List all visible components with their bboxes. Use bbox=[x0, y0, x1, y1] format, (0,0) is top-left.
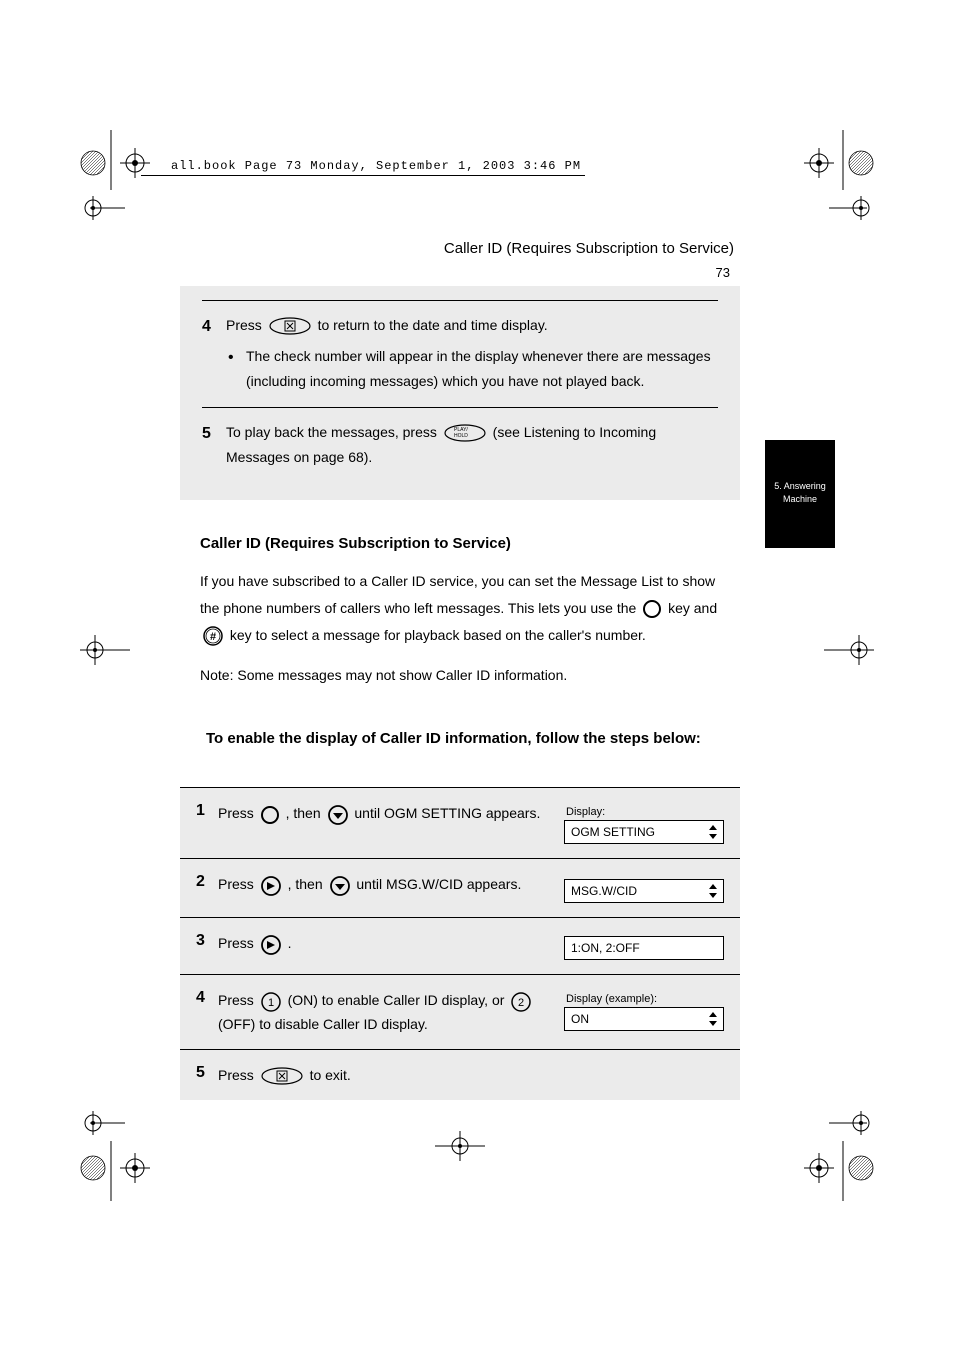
scroll-arrows-icon bbox=[707, 883, 719, 899]
crop-mark-mid-right bbox=[824, 635, 874, 665]
section-tab: 5. Answering Machine bbox=[765, 440, 835, 548]
step-number: 5 bbox=[196, 1064, 218, 1082]
scroll-arrows-icon bbox=[707, 1011, 719, 1027]
row4-mid: (ON) to enable Caller ID display, or bbox=[288, 992, 509, 1008]
svg-text:#: # bbox=[210, 631, 216, 643]
page-title: Caller ID (Requires Subscription to Serv… bbox=[180, 240, 740, 257]
enable-heading: To enable the display of Caller ID infor… bbox=[200, 725, 730, 754]
step4-text-after: to return to the date and time display. bbox=[318, 317, 548, 333]
function-button-icon bbox=[260, 805, 280, 825]
row2-pre: Press bbox=[218, 876, 258, 892]
row1-post: until OGM SETTING appears. bbox=[354, 805, 540, 821]
step-number: 5 bbox=[202, 420, 226, 470]
row3-pre: Press bbox=[218, 935, 258, 951]
section-para-after: key to select a message for playback bas… bbox=[230, 627, 646, 643]
stop-button-icon: STOP bbox=[268, 316, 312, 336]
row1-mid: , then bbox=[286, 805, 325, 821]
section-para-before: If you have subscribed to a Caller ID se… bbox=[200, 573, 715, 616]
crop-mark-mid-left bbox=[80, 635, 130, 665]
section-note: Note: Some messages may not show Caller … bbox=[200, 662, 730, 689]
step-number: 4 bbox=[196, 989, 218, 1007]
step4-text-before: Press bbox=[226, 317, 266, 333]
section-para-mid: key and bbox=[668, 600, 717, 616]
display-text: ON bbox=[571, 1012, 589, 1026]
section-paragraph: If you have subscribed to a Caller ID se… bbox=[200, 568, 730, 648]
row4-post: (OFF) to disable Caller ID display. bbox=[218, 1016, 428, 1032]
down-arrow-button-icon bbox=[329, 875, 351, 897]
crop-mark-bottom-center bbox=[435, 1131, 485, 1161]
crop-mark-bottom-right bbox=[789, 1111, 879, 1201]
key-1-icon: 1 bbox=[260, 991, 282, 1013]
step5-text-before: To play back the messages, press bbox=[226, 424, 441, 440]
display-box: OGM SETTING bbox=[564, 820, 724, 844]
display-text: 1:ON, 2:OFF bbox=[571, 941, 640, 955]
step4-substep: The check number will appear in the disp… bbox=[226, 344, 718, 394]
display-label: Display: bbox=[564, 806, 724, 818]
svg-text:HOLD: HOLD bbox=[454, 433, 468, 439]
row3-post: . bbox=[288, 935, 292, 951]
display-text: MSG.W/CID bbox=[571, 884, 637, 898]
row2-mid: , then bbox=[288, 876, 327, 892]
enter-right-button-icon bbox=[260, 934, 282, 956]
crop-mark-bottom-left bbox=[75, 1111, 165, 1201]
rec-memo-button-icon bbox=[642, 599, 662, 619]
step-number: 2 bbox=[196, 873, 218, 891]
key-2-icon: 2 bbox=[510, 991, 532, 1013]
svg-text:1: 1 bbox=[268, 997, 274, 1009]
display-label: Display (example): bbox=[564, 993, 724, 1005]
row2-post: until MSG.W/CID appears. bbox=[356, 876, 521, 892]
scroll-arrows-icon bbox=[707, 824, 719, 840]
display-box: 1:ON, 2:OFF bbox=[564, 936, 724, 960]
page-number: 73 bbox=[180, 265, 740, 280]
step-number: 4 bbox=[202, 313, 226, 395]
play-hold-button-icon: PLAY/HOLD bbox=[443, 423, 487, 443]
step-number: 3 bbox=[196, 932, 218, 950]
hash-key-icon: # bbox=[202, 625, 224, 647]
display-box: ON bbox=[564, 1007, 724, 1031]
enter-right-button-icon bbox=[260, 875, 282, 897]
crop-mark-top-right bbox=[789, 130, 879, 220]
row1-pre: Press bbox=[218, 805, 258, 821]
step-number: 1 bbox=[196, 802, 218, 820]
stop-button-icon bbox=[260, 1066, 304, 1086]
steps-box-1: 4 Press STOP to return to the date and t… bbox=[180, 286, 740, 500]
row5-post: to exit. bbox=[310, 1067, 351, 1083]
display-box: MSG.W/CID bbox=[564, 879, 724, 903]
row4-pre: Press bbox=[218, 992, 258, 1008]
display-text: OGM SETTING bbox=[571, 825, 655, 839]
down-arrow-button-icon bbox=[327, 804, 349, 826]
row5-pre: Press bbox=[218, 1067, 258, 1083]
section-heading: Caller ID (Requires Subscription to Serv… bbox=[200, 530, 730, 559]
book-header: all.book Page 73 Monday, September 1, 20… bbox=[141, 158, 585, 176]
svg-text:2: 2 bbox=[518, 997, 524, 1009]
steps-box-2: 1 Press , then until OGM SETTING appears… bbox=[180, 787, 740, 1100]
